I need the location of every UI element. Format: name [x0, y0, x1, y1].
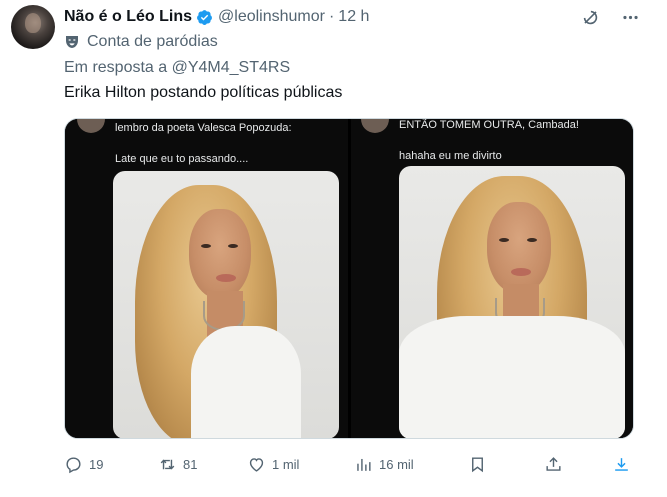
parody-label: Conta de paródias: [64, 33, 218, 51]
download-icon: [615, 457, 628, 471]
grok-icon[interactable]: [579, 6, 601, 28]
more-icon[interactable]: [619, 6, 641, 28]
screenshot-avatar: [77, 119, 105, 133]
verified-badge-icon: [197, 9, 212, 25]
parody-text: Conta de paródias: [87, 33, 218, 50]
tweet-text: Erika Hilton postando políticas públicas: [64, 84, 343, 101]
reply-button[interactable]: 19: [64, 452, 103, 476]
like-count: 1 mil: [272, 456, 300, 472]
views-icon: [357, 458, 371, 471]
download-button[interactable]: [612, 452, 637, 476]
avatar[interactable]: [11, 5, 55, 49]
views-button[interactable]: 16 mil: [354, 452, 414, 476]
share-button[interactable]: [544, 452, 569, 476]
action-bar: 19 81 1 mil 16 mil: [64, 452, 644, 476]
views-count: 16 mil: [379, 456, 414, 472]
tweet-header: Não é o Léo Lins @leolinshumor · 12 h: [64, 6, 369, 28]
retweet-icon: [160, 459, 175, 469]
reply-context: Em resposta a @Y4M4_ST4RS: [64, 59, 290, 77]
tweet[interactable]: Não é o Léo Lins @leolinshumor · 12 h Co…: [0, 0, 667, 497]
media-image-left[interactable]: lembro da poeta Valesca Popozuda: Late q…: [65, 119, 348, 438]
reply-prefix: Em resposta a: [64, 59, 168, 76]
screenshot-avatar: [361, 119, 389, 133]
share-icon: [546, 456, 561, 471]
like-icon: [249, 457, 264, 472]
photo: [399, 166, 625, 438]
screenshot-text: lembro da poeta Valesca Popozuda:: [115, 122, 292, 134]
bookmark-icon: [472, 456, 483, 472]
parody-mask-icon: [66, 36, 78, 48]
screenshot-text: hahaha eu me divirto: [399, 150, 502, 162]
like-button[interactable]: 1 mil: [247, 452, 299, 476]
tweet-media[interactable]: lembro da poeta Valesca Popozuda: Late q…: [64, 118, 634, 439]
reply-count: 19: [89, 456, 104, 472]
reply-icon: [66, 456, 81, 473]
retweet-button[interactable]: 81: [158, 452, 197, 476]
author-handle[interactable]: @leolinshumor: [218, 8, 325, 26]
reply-mention[interactable]: @Y4M4_ST4RS: [172, 59, 291, 76]
separator-dot: ·: [328, 8, 335, 25]
timestamp[interactable]: 12 h: [338, 8, 369, 26]
top-actions: [579, 6, 641, 28]
author-name[interactable]: Não é o Léo Lins: [64, 8, 192, 26]
bookmark-button[interactable]: [468, 452, 493, 476]
media-image-right[interactable]: ENTÃO TOMEM OUTRA, Cambada! hahaha eu me…: [351, 119, 633, 438]
retweet-count: 81: [183, 456, 198, 472]
photo: [113, 171, 339, 438]
screenshot-text: ENTÃO TOMEM OUTRA, Cambada!: [399, 119, 579, 131]
screenshot-text: Late que eu to passando....: [115, 153, 249, 165]
